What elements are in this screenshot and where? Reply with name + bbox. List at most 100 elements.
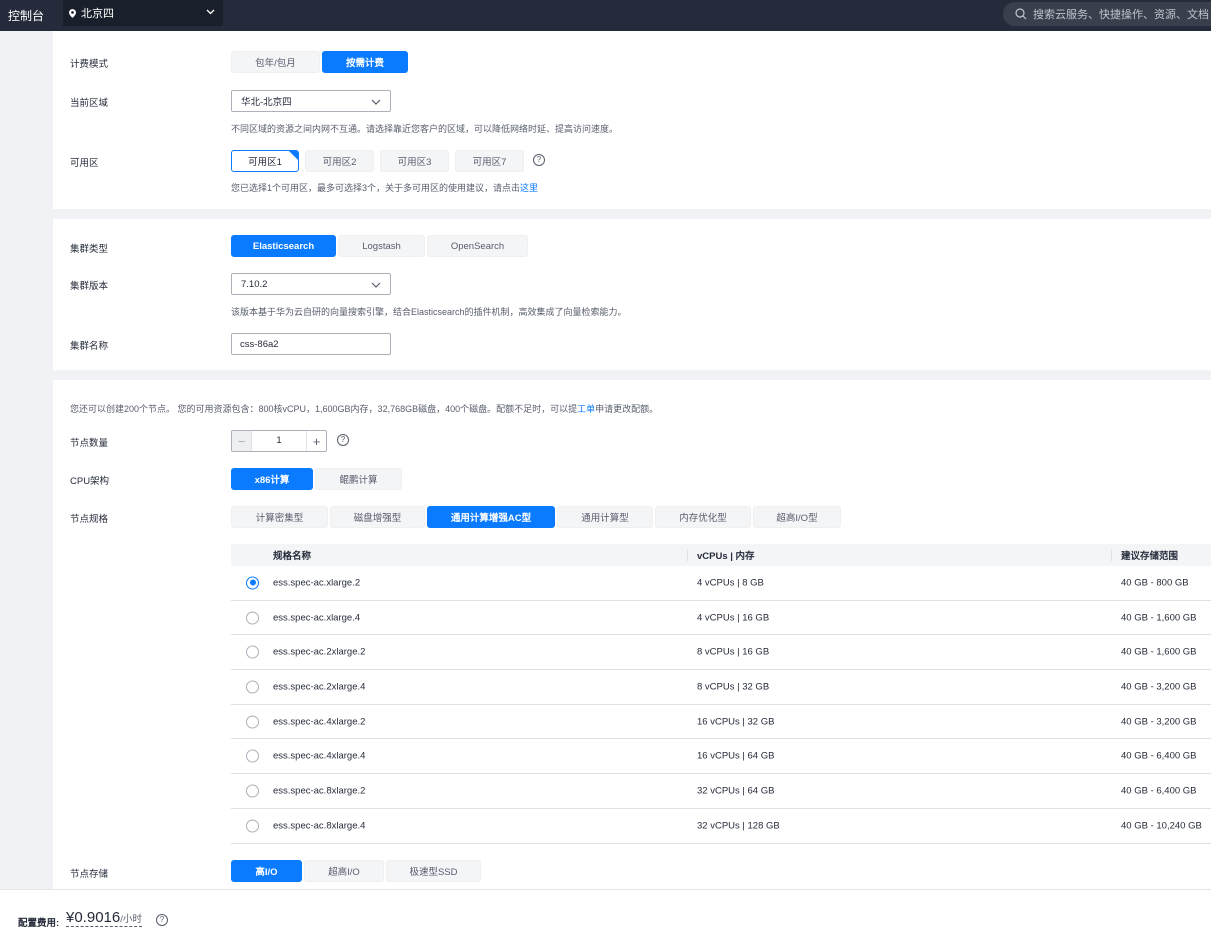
help-icon[interactable]: ? <box>533 154 545 166</box>
global-search-input[interactable]: 搜索云服务、快捷操作、资源、文档 <box>1003 2 1211 26</box>
spec-range: 40 GB - 1,600 GB <box>1121 646 1197 658</box>
spec-range: 40 GB - 800 GB <box>1121 577 1189 589</box>
region-selector[interactable]: 北京四 <box>63 0 223 26</box>
az-hint-link[interactable]: 这里 <box>520 183 538 193</box>
spec-tab-general[interactable]: 通用计算型 <box>557 506 653 528</box>
spec-range: 40 GB - 3,200 GB <box>1121 716 1197 728</box>
price-footer: 配置费用: ¥0.9016/小时 ? <box>0 889 1211 931</box>
cluster-version-select[interactable]: 7.10.2 <box>231 273 391 295</box>
help-icon[interactable]: ? <box>156 914 168 926</box>
spec-cpu: 8 vCPUs | 16 GB <box>697 646 770 658</box>
spec-name: ess.spec-ac.xlarge.2 <box>273 577 361 589</box>
radio-button[interactable] <box>246 819 259 833</box>
az-label: 可用区 <box>70 158 99 169</box>
spec-tab-compute[interactable]: 计算密集型 <box>231 506 328 528</box>
spec-range: 40 GB - 1,600 GB <box>1121 612 1197 624</box>
node-count-stepper: − 1 + <box>231 430 327 452</box>
radio-button[interactable] <box>246 784 259 798</box>
spec-name: ess.spec-ac.4xlarge.4 <box>273 750 366 762</box>
increment-button[interactable]: + <box>306 431 326 451</box>
table-row[interactable]: ess.spec-ac.2xlarge.4 8 vCPUs | 32 GB 40… <box>231 670 1211 705</box>
cluster-version-value: 7.10.2 <box>241 278 268 290</box>
spec-name: ess.spec-ac.xlarge.4 <box>273 612 361 624</box>
price-value[interactable]: ¥0.9016/小时 <box>66 909 142 927</box>
table-row[interactable]: ess.spec-ac.8xlarge.4 32 vCPUs | 128 GB … <box>231 809 1211 844</box>
console-link[interactable]: 控制台 <box>8 7 44 24</box>
spec-cpu: 4 vCPUs | 16 GB <box>697 612 770 624</box>
cluster-type-logstash[interactable]: Logstash <box>338 235 425 257</box>
ticket-link[interactable]: 工单 <box>577 404 595 414</box>
basic-config-card: 计费模式 包年/包月 按需计费 当前区域 华北-北京四 不同区域的资源之间内网不… <box>53 31 1211 209</box>
az-hint-text: 您已选择1个可用区，最多可选择3个，关于多可用区的使用建议，请点击 <box>231 183 521 193</box>
storage-extreme-ssd[interactable]: 极速型SSD <box>386 860 481 882</box>
spec-cpu: 32 vCPUs | 128 GB <box>697 820 780 832</box>
column-divider <box>687 549 688 561</box>
cluster-name-input[interactable]: css-86a2 <box>231 333 391 355</box>
spec-tab-disk[interactable]: 磁盘增强型 <box>330 506 425 528</box>
table-row[interactable]: ess.spec-ac.8xlarge.2 32 vCPUs | 64 GB 4… <box>231 774 1211 809</box>
region-select[interactable]: 华北-北京四 <box>231 90 391 112</box>
selected-corner-icon <box>289 151 298 160</box>
quota-text: 您还可以创建200个节点。 您的可用资源包含：800核vCPU，1,600GB内… <box>70 404 578 414</box>
radio-button[interactable] <box>246 611 259 625</box>
spec-tab-general-ac[interactable]: 通用计算增强AC型 <box>427 506 555 528</box>
region-label: 北京四 <box>81 8 114 20</box>
spec-table: 规格名称 vCPUs | 内存 建议存储范围 ess.spec-ac.xlarg… <box>231 544 1211 844</box>
top-bar: 控制台 北京四 搜索云服务、快捷操作、资源、文档 <box>0 0 1211 31</box>
chevron-down-icon <box>371 282 381 288</box>
region-label: 当前区域 <box>70 98 109 109</box>
radio-button[interactable] <box>246 715 259 729</box>
node-spec-label: 节点规格 <box>70 514 109 525</box>
node-count-label: 节点数量 <box>70 438 109 449</box>
table-row[interactable]: ess.spec-ac.2xlarge.2 8 vCPUs | 16 GB 40… <box>231 635 1211 671</box>
node-config-card: 您还可以创建200个节点。 您的可用资源包含：800核vCPU，1,600GB内… <box>53 380 1211 890</box>
az-option-3[interactable]: 可用区3 <box>380 150 449 172</box>
quota-text-suffix: 申请更改配额。 <box>595 404 659 414</box>
az-option-7[interactable]: 可用区7 <box>455 150 524 172</box>
radio-button[interactable] <box>246 645 259 659</box>
price-label: 配置费用: <box>18 918 60 929</box>
spec-tab-high-io[interactable]: 超高I/O型 <box>753 506 841 528</box>
radio-button[interactable] <box>246 680 259 694</box>
node-count-value[interactable]: 1 <box>252 431 306 451</box>
search-icon <box>1015 8 1027 20</box>
spec-name: ess.spec-ac.4xlarge.2 <box>273 716 366 728</box>
billing-yearly-button[interactable]: 包年/包月 <box>231 51 320 73</box>
spec-table-header: 规格名称 vCPUs | 内存 建议存储范围 <box>231 544 1211 566</box>
help-icon[interactable]: ? <box>337 434 349 446</box>
cluster-type-opensearch[interactable]: OpenSearch <box>427 235 528 257</box>
table-row[interactable]: ess.spec-ac.4xlarge.2 16 vCPUs | 32 GB 4… <box>231 705 1211 740</box>
cluster-name-label: 集群名称 <box>70 341 109 352</box>
spec-name: ess.spec-ac.2xlarge.4 <box>273 681 366 693</box>
cluster-type-label: 集群类型 <box>70 244 109 255</box>
spec-cpu: 8 vCPUs | 32 GB <box>697 681 770 693</box>
billing-on-demand-button[interactable]: 按需计费 <box>322 51 408 73</box>
node-storage-label: 节点存储 <box>70 869 109 880</box>
table-row[interactable]: ess.spec-ac.xlarge.2 4 vCPUs | 8 GB 40 G… <box>231 566 1211 601</box>
location-pin-icon <box>69 8 76 18</box>
az-option-2[interactable]: 可用区2 <box>305 150 374 172</box>
spec-tab-memory[interactable]: 内存优化型 <box>655 506 751 528</box>
cluster-config-card: 集群类型 Elasticsearch Logstash OpenSearch 集… <box>53 219 1211 370</box>
cluster-version-label: 集群版本 <box>70 281 109 292</box>
radio-button[interactable] <box>246 749 259 763</box>
decrement-button[interactable]: − <box>232 431 252 451</box>
table-row[interactable]: ess.spec-ac.4xlarge.4 16 vCPUs | 64 GB 4… <box>231 739 1211 775</box>
spec-range: 40 GB - 6,400 GB <box>1121 750 1197 762</box>
search-placeholder: 搜索云服务、快捷操作、资源、文档 <box>1033 9 1209 21</box>
cpu-arch-x86[interactable]: x86计算 <box>231 468 313 490</box>
spec-range: 40 GB - 6,400 GB <box>1121 785 1197 797</box>
cpu-arch-kunpeng[interactable]: 鲲鹏计算 <box>315 468 402 490</box>
az-option-1[interactable]: 可用区1 <box>231 150 299 172</box>
radio-button[interactable] <box>246 576 259 590</box>
spec-range: 40 GB - 10,240 GB <box>1121 820 1202 832</box>
spec-cpu: 16 vCPUs | 64 GB <box>697 750 775 762</box>
table-row[interactable]: ess.spec-ac.xlarge.4 4 vCPUs | 16 GB 40 … <box>231 601 1211 636</box>
region-select-value: 华北-北京四 <box>241 97 292 108</box>
cluster-type-elasticsearch[interactable]: Elasticsearch <box>231 235 336 257</box>
column-header-range: 建议存储范围 <box>1121 551 1179 562</box>
spec-name: ess.spec-ac.8xlarge.2 <box>273 785 366 797</box>
storage-ultra-high-io[interactable]: 超高I/O <box>304 860 384 882</box>
storage-high-io[interactable]: 高I/O <box>231 860 302 882</box>
spec-name: ess.spec-ac.2xlarge.2 <box>273 646 366 658</box>
